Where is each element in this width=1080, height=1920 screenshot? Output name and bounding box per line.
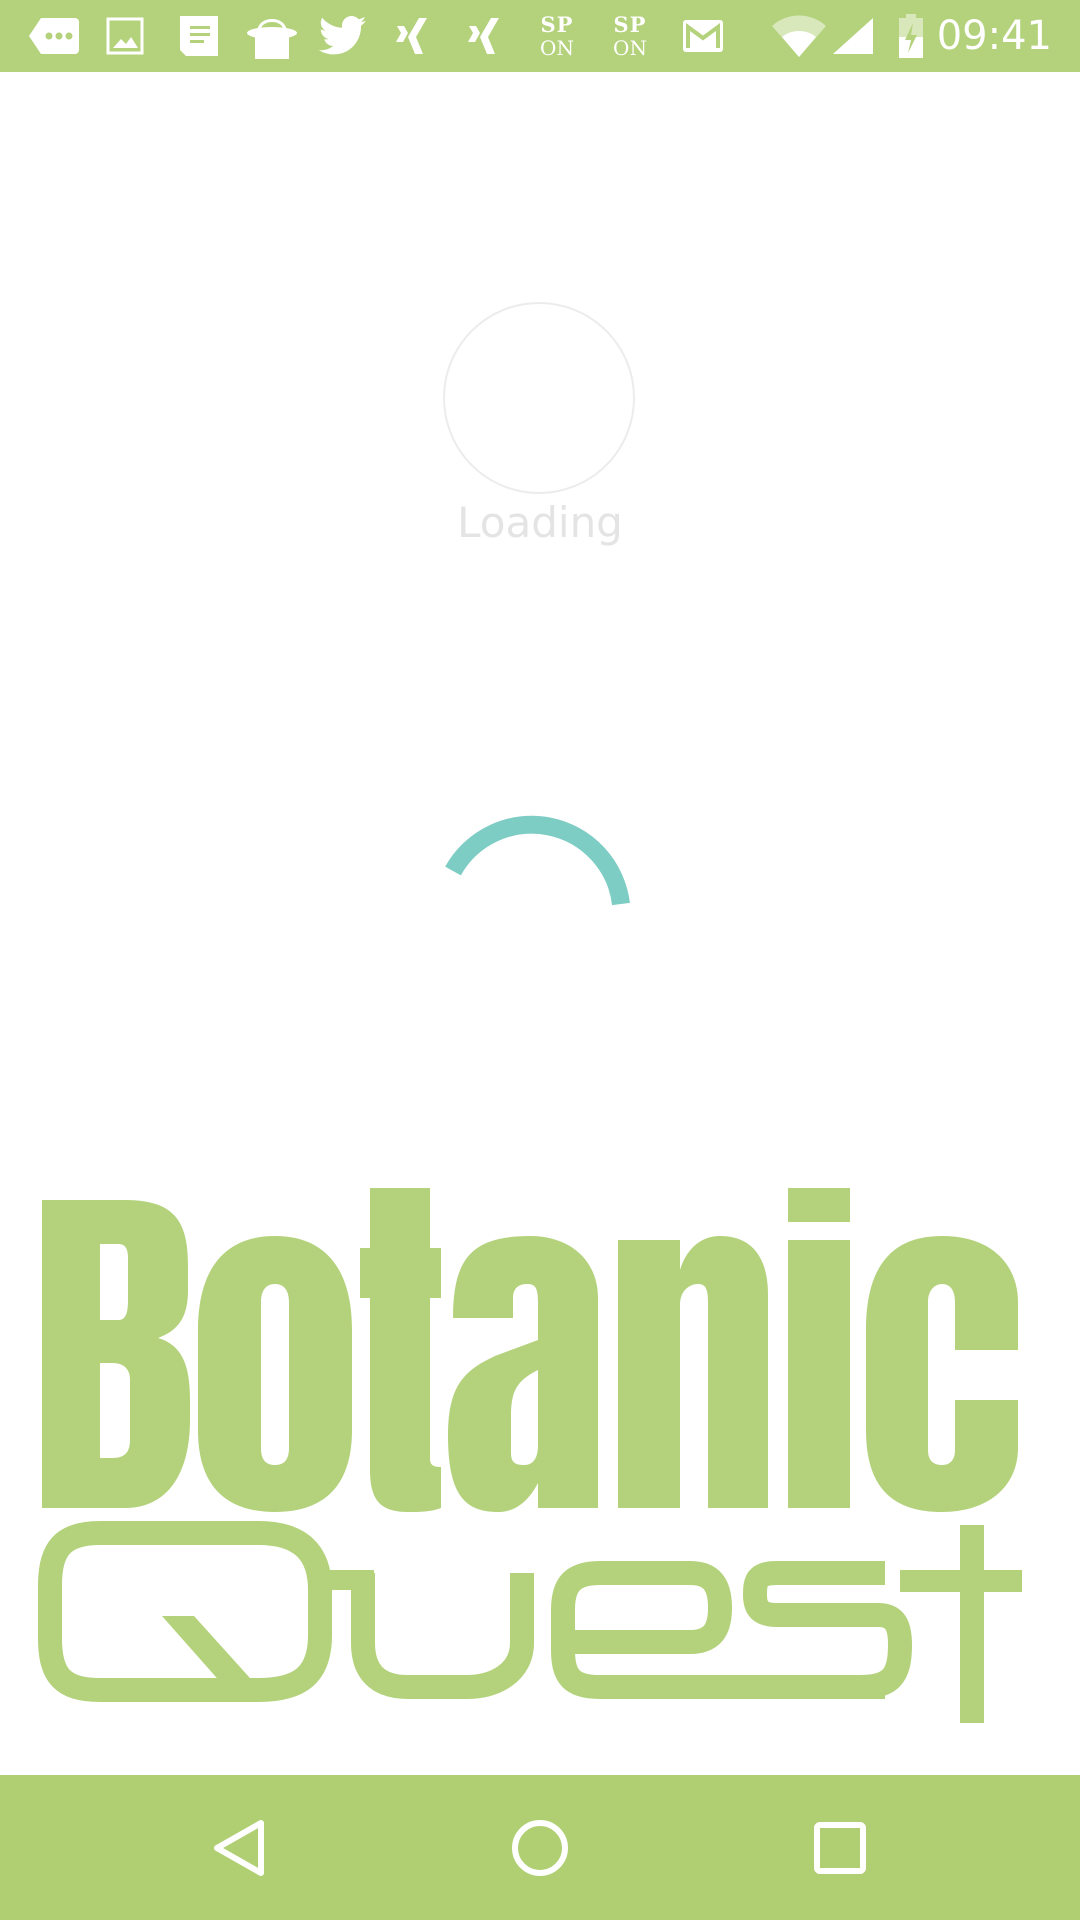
more-options-icon bbox=[26, 0, 82, 72]
cell-signal-icon bbox=[830, 0, 876, 72]
xing-icon bbox=[394, 0, 430, 72]
loading-label: Loading bbox=[457, 498, 623, 547]
sp-on-icon: SP ON bbox=[530, 0, 584, 72]
recents-button[interactable] bbox=[780, 1775, 900, 1920]
back-button[interactable] bbox=[180, 1775, 300, 1920]
recents-icon bbox=[814, 1821, 866, 1874]
botanic-quest-logo bbox=[38, 1188, 1022, 1723]
back-icon bbox=[214, 1819, 264, 1876]
gmail-icon bbox=[680, 0, 726, 72]
splash-screen: SP ON SP ON 09:41 Loading bbox=[0, 0, 1080, 1920]
wifi-icon bbox=[770, 0, 828, 72]
sp-on-label-bottom: ON bbox=[540, 36, 574, 60]
navigation-bar bbox=[0, 1775, 1080, 1920]
home-button[interactable] bbox=[480, 1775, 600, 1920]
image-icon bbox=[104, 0, 146, 72]
sp-on-label-bottom: ON bbox=[613, 36, 647, 60]
twitter-icon bbox=[318, 0, 368, 72]
sp-on-icon: SP ON bbox=[603, 0, 657, 72]
status-bar: SP ON SP ON 09:41 bbox=[0, 0, 1080, 72]
sp-on-label-top: SP bbox=[540, 12, 574, 37]
sp-on-label-top: SP bbox=[613, 12, 647, 37]
loading-indicator-circle bbox=[443, 302, 635, 494]
status-bar-clock: 09:41 bbox=[936, 13, 1052, 59]
progress-spinner bbox=[445, 815, 630, 906]
home-icon bbox=[512, 1819, 568, 1876]
battery-charging-icon bbox=[896, 0, 926, 72]
document-icon bbox=[176, 0, 222, 72]
shopping-bag-icon bbox=[244, 0, 300, 72]
xing-icon bbox=[466, 0, 502, 72]
